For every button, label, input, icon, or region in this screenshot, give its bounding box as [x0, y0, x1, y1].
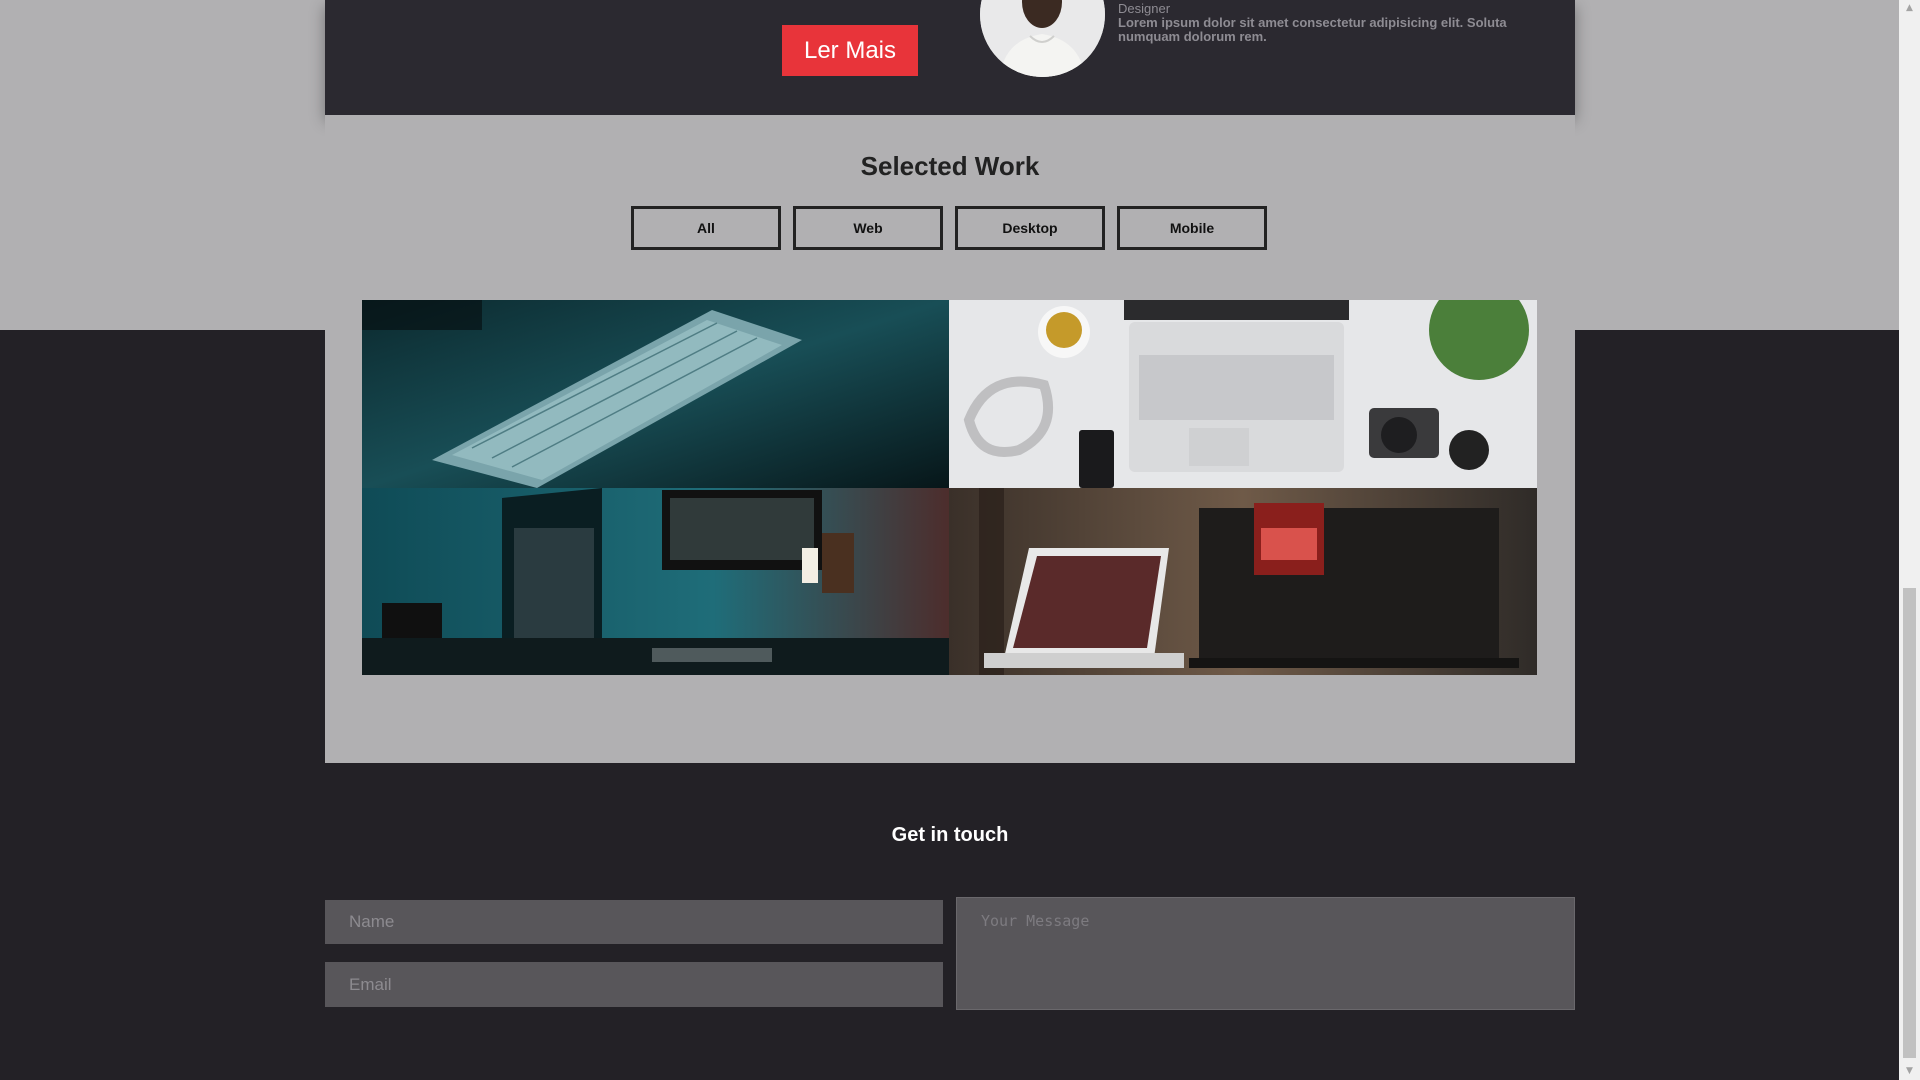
bio-text: Lorem ipsum dolor sit amet consectetur a… [1118, 15, 1507, 44]
filter-mobile-button[interactable]: Mobile [1117, 206, 1267, 250]
scroll-down-icon[interactable]: ▼ [1899, 1063, 1920, 1080]
portfolio-item[interactable] [949, 488, 1537, 675]
filter-desktop-button[interactable]: Desktop [955, 206, 1105, 250]
hero-section: Ler Mais Designer Lorem ipsum dolor sit … [325, 0, 1575, 115]
filter-bar: All Web Desktop Mobile [631, 206, 1267, 250]
name-field[interactable] [325, 900, 943, 944]
portfolio-item[interactable] [362, 488, 949, 675]
person-avatar-icon [980, 0, 1105, 77]
selected-work-section: Selected Work All Web Desktop Mobile [325, 115, 1575, 763]
avatar [980, 0, 1105, 77]
laptop-open-sign-photo-icon [949, 488, 1537, 675]
filter-all-button[interactable]: All [631, 206, 781, 250]
laptop-desk-photo-icon [949, 300, 1537, 488]
portfolio-item[interactable] [362, 300, 949, 488]
portfolio-item[interactable] [949, 300, 1537, 488]
email-field[interactable] [325, 962, 943, 1007]
filter-web-button[interactable]: Web [793, 206, 943, 250]
message-field[interactable] [956, 897, 1575, 1010]
scroll-up-icon[interactable]: ▲ [1899, 0, 1920, 17]
contact-title: Get in touch [891, 824, 1009, 846]
section-title: Selected Work [860, 151, 1040, 181]
bio-block: Designer Lorem ipsum dolor sit amet cons… [1118, 2, 1518, 44]
bio-role: Designer [1118, 1, 1171, 16]
monitor-setup-photo-icon [362, 488, 949, 675]
portfolio-gallery [362, 300, 1537, 675]
read-more-button[interactable]: Ler Mais [782, 25, 918, 76]
vertical-scrollbar[interactable]: ▲ ▼ [1899, 0, 1920, 1080]
scrollbar-thumb[interactable] [1903, 588, 1916, 1058]
keyboard-photo-icon [362, 300, 949, 488]
